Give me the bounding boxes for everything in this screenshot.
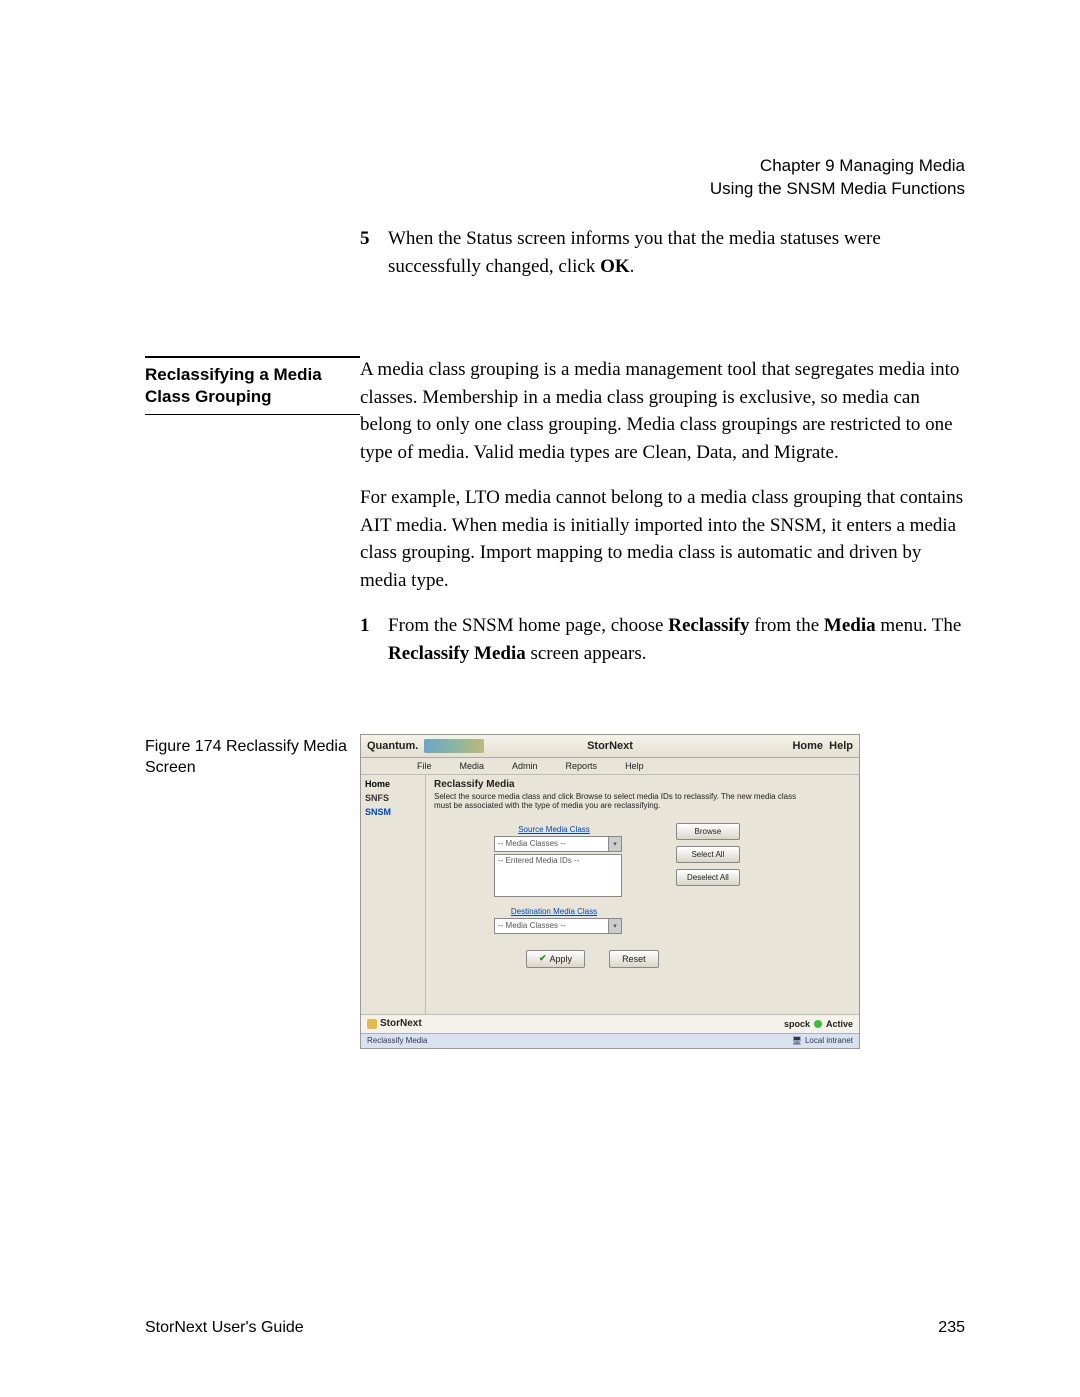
menu-file[interactable]: File	[417, 761, 432, 771]
figure-caption: Figure 174 Reclassify Media Screen	[145, 734, 360, 779]
figure-174: Quantum. StorNext Home Help File Media A…	[360, 734, 860, 1049]
browse-button[interactable]: Browse	[676, 823, 740, 840]
check-icon: ✔	[539, 953, 547, 964]
chevron-down-icon: ▾	[608, 837, 621, 851]
step-5-number: 5	[360, 225, 370, 253]
zone-icon: 🖥	[792, 1036, 802, 1045]
state-label: Active	[826, 1019, 853, 1029]
sidebar-home[interactable]: Home	[365, 779, 421, 789]
page-footer: StorNext User's Guide 235	[145, 1319, 965, 1337]
app-window: Quantum. StorNext Home Help File Media A…	[360, 734, 860, 1049]
app-footerbar: StorNext spock Active	[361, 1014, 859, 1033]
step-1-number: 1	[360, 612, 370, 640]
home-link[interactable]: Home	[792, 740, 823, 752]
brand-graphic	[424, 739, 484, 753]
menu-admin[interactable]: Admin	[512, 761, 538, 771]
app-title: StorNext	[587, 740, 633, 752]
menu-help[interactable]: Help	[625, 761, 644, 771]
source-media-class-label: Source Media Class	[494, 825, 614, 834]
reset-button[interactable]: Reset	[609, 950, 659, 968]
header-chapter: Chapter 9 Managing Media	[710, 155, 965, 178]
apply-button[interactable]: ✔ Apply	[526, 950, 585, 968]
browser-statusbar: Reclassify Media 🖥 Local intranet	[361, 1033, 859, 1048]
destination-media-class-label: Destination Media Class	[494, 907, 614, 916]
section-para-2: For example, LTO media cannot belong to …	[360, 484, 965, 594]
source-media-class-select[interactable]: -- Media Classes -- ▾	[494, 836, 622, 852]
destination-media-class-select[interactable]: -- Media Classes -- ▾	[494, 918, 622, 934]
running-header: Chapter 9 Managing Media Using the SNSM …	[710, 155, 965, 201]
panel-description: Select the source media class and click …	[434, 792, 814, 811]
panel-title: Reclassify Media	[434, 779, 851, 790]
app-titlebar: Quantum. StorNext Home Help	[361, 735, 859, 758]
footer-brand: StorNext	[380, 1018, 422, 1029]
select-all-button[interactable]: Select All	[676, 846, 740, 863]
deselect-all-button[interactable]: Deselect All	[676, 869, 740, 886]
app-menubar: File Media Admin Reports Help	[361, 758, 859, 775]
status-right: Local intranet	[805, 1036, 853, 1045]
status-left: Reclassify Media	[367, 1036, 427, 1045]
section-heading: Reclassifying a Media Class Grouping	[145, 356, 360, 415]
help-link[interactable]: Help	[829, 740, 853, 752]
step-5-text: When the Status screen informs you that …	[388, 228, 881, 277]
section-para-1: A media class grouping is a media manage…	[360, 356, 965, 466]
sidebar-snfs[interactable]: SNFS	[365, 793, 421, 803]
step-5: 5 When the Status screen informs you tha…	[360, 225, 965, 280]
brand-label: Quantum.	[367, 740, 418, 752]
sidebar: Home SNFS SNSM	[361, 775, 426, 1014]
entered-media-ids-list[interactable]: -- Entered Media IDs --	[494, 854, 622, 897]
step-1: 1 From the SNSM home page, choose Reclas…	[360, 612, 965, 667]
host-label: spock	[784, 1019, 810, 1029]
footer-page-number: 235	[938, 1319, 965, 1337]
reclassify-panel: Reclassify Media Select the source media…	[426, 775, 859, 1014]
chevron-down-icon: ▾	[608, 919, 621, 933]
stornext-logo-icon	[367, 1019, 377, 1029]
status-dot-icon	[814, 1020, 822, 1028]
top-links: Home Help	[792, 740, 853, 752]
menu-media[interactable]: Media	[460, 761, 485, 771]
footer-guide: StorNext User's Guide	[145, 1319, 304, 1337]
menu-reports[interactable]: Reports	[566, 761, 598, 771]
header-section: Using the SNSM Media Functions	[710, 178, 965, 201]
step-1-text: From the SNSM home page, choose Reclassi…	[388, 615, 961, 664]
sidebar-snsm[interactable]: SNSM	[365, 807, 421, 817]
